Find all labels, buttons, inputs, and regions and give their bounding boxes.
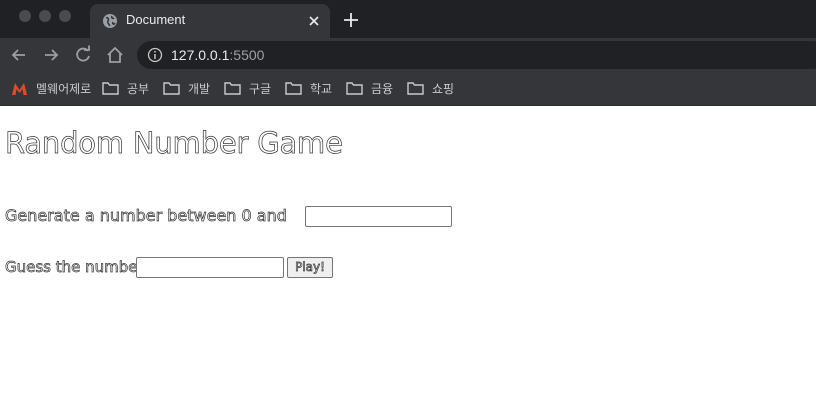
info-icon[interactable] [147,47,163,63]
folder-icon [407,82,424,95]
max-number-input[interactable] [305,206,452,227]
folder-icon [285,82,302,95]
bookmark-folder-shopping[interactable]: 쇼핑 [407,79,454,97]
generate-range-label: Generate a number between 0 and [5,206,288,226]
bookmark-folder-study[interactable]: 공부 [102,79,149,97]
back-icon[interactable] [9,45,29,65]
folder-icon [102,82,119,95]
bookmark-label: 쇼핑 [432,81,455,96]
bookmark-folder-google[interactable]: 구글 [224,79,271,97]
bookmark-label: 구글 [249,81,272,96]
play-button[interactable]: Play! [287,257,333,278]
bookmark-label: 멜웨어제로 [36,81,92,96]
bookmarks-bar: 멜웨어제로 공부 개발 구글 학교 금융 쇼핑 [0,72,816,106]
close-tab-icon[interactable] [306,13,322,29]
page-title: Random Number Game [5,126,344,161]
bookmark-label: 금융 [371,81,394,96]
address-bar[interactable]: 127.0.0.1:5500 [137,41,816,69]
folder-icon [163,82,180,95]
guess-label: Guess the number: [5,258,149,277]
browser-window: Document 127.0.0.1:5500 멜웨어제로 공부 개발 구글 학… [0,0,816,404]
minimize-window-button[interactable] [39,10,51,22]
zoom-window-button[interactable] [59,10,71,22]
reload-icon[interactable] [73,45,93,65]
url-port: :5500 [229,47,265,63]
forward-icon[interactable] [41,45,61,65]
malwarezero-logo-icon [12,82,27,95]
folder-icon [346,82,363,95]
tab-strip: Document [0,0,816,38]
bookmark-folder-finance[interactable]: 금융 [346,79,393,97]
tab-document[interactable]: Document [90,4,330,38]
browser-toolbar: 127.0.0.1:5500 [0,38,816,72]
url-host: 127.0.0.1 [171,47,230,63]
new-tab-icon[interactable] [342,11,360,29]
bookmark-label: 개발 [188,81,211,96]
guess-input[interactable] [136,257,284,278]
url-text: 127.0.0.1:5500 [171,47,264,63]
bookmark-label: 공부 [127,81,150,96]
bookmark-folder-dev[interactable]: 개발 [163,79,210,97]
bookmark-label: 학교 [310,81,333,96]
close-window-button[interactable] [19,10,31,22]
bookmark-folder-school[interactable]: 학교 [285,79,332,97]
home-icon[interactable] [105,45,125,65]
tab-title: Document [126,12,186,27]
page-content: Random Number Game Generate a number bet… [0,106,816,404]
bookmark-malwarezero[interactable]: 멜웨어제로 [11,79,91,97]
folder-icon [224,82,241,95]
play-button-label: Play! [295,260,326,275]
globe-icon [103,14,117,28]
